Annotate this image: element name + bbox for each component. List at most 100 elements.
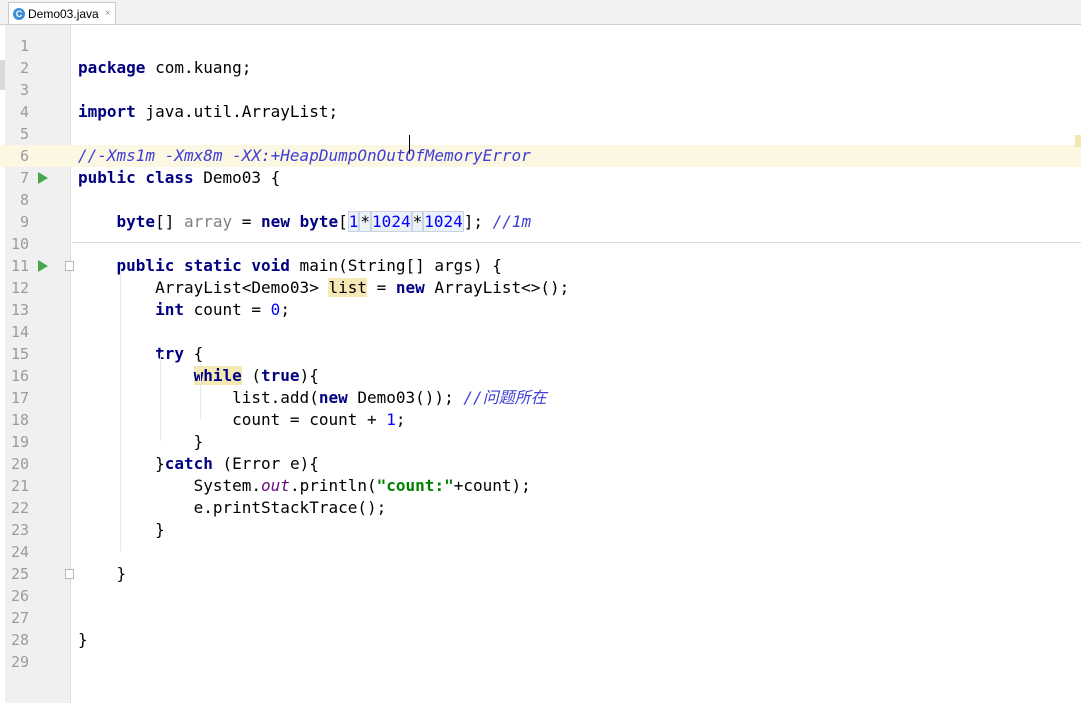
indent-guide: [160, 353, 161, 441]
line-number: 21: [10, 477, 29, 495]
code-line[interactable]: 25 }: [0, 563, 1081, 585]
code-text: public class Demo03 {: [78, 167, 280, 189]
code-line[interactable]: 1: [0, 35, 1081, 57]
code-token: 1024: [371, 211, 412, 232]
code-text: byte[] array = new byte[1 * 1024 * 1024]; //…: [78, 211, 531, 233]
line-number: 14: [10, 323, 29, 341]
code-token: e.printStackTrace();: [78, 498, 387, 517]
code-line[interactable]: 8: [0, 189, 1081, 211]
code-line[interactable]: 14: [0, 321, 1081, 343]
code-token: "count:": [376, 476, 454, 495]
code-token: new: [395, 278, 425, 297]
line-number: 23: [10, 521, 29, 539]
code-token: //问题所在: [463, 388, 547, 407]
code-line[interactable]: 19 }: [0, 431, 1081, 453]
line-number: 10: [10, 235, 29, 253]
line-number: 28: [10, 631, 29, 649]
code-token: 0: [270, 300, 281, 319]
line-number: 3: [19, 81, 29, 99]
fold-icon[interactable]: [65, 261, 74, 271]
line-number: 19: [10, 433, 29, 451]
code-text: while (true){: [78, 365, 319, 387]
code-line[interactable]: 6 //-Xms1m -Xmx8m -XX:+HeapDumpOnOutOfMem…: [0, 145, 1081, 167]
code-line[interactable]: 11 public static void main(String[] args…: [0, 255, 1081, 277]
code-line[interactable]: 21 System.out.println("count:"+count);: [0, 475, 1081, 497]
code-line[interactable]: 26: [0, 585, 1081, 607]
code-line[interactable]: 5: [0, 123, 1081, 145]
line-number: 13: [10, 301, 29, 319]
line-number: 4: [19, 103, 29, 121]
code-token: [: [338, 212, 348, 231]
code-line[interactable]: 16 while (true){: [0, 365, 1081, 387]
code-line[interactable]: 4 import java.util.ArrayList;: [0, 101, 1081, 123]
code-text: import java.util.ArrayList;: [78, 101, 338, 123]
code-line[interactable]: 29: [0, 651, 1081, 673]
code-text: System.out.println("count:"+count);: [78, 475, 531, 497]
line-number: 8: [19, 191, 29, 209]
code-token: 1: [386, 410, 396, 429]
code-line[interactable]: 28}: [0, 629, 1081, 651]
code-line[interactable]: 22 e.printStackTrace();: [0, 497, 1081, 519]
code-editor[interactable]: 1 2 package com.kuang; 3 4 import java.util.A…: [0, 25, 1081, 703]
line-number: 12: [10, 279, 29, 297]
line-number: 29: [10, 653, 29, 671]
code-line[interactable]: 18 count = count + 1;: [0, 409, 1081, 431]
code-line[interactable]: 24: [0, 541, 1081, 563]
code-line[interactable]: 13 int count = 0;: [0, 299, 1081, 321]
code-line[interactable]: 12 ArrayList<Demo03> list = new ArrayLis…: [0, 277, 1081, 299]
fold-icon[interactable]: [65, 569, 74, 579]
code-token: ;: [280, 300, 290, 319]
text-caret: [409, 135, 410, 154]
code-line[interactable]: 10: [0, 233, 1081, 255]
code-token: byte: [299, 212, 339, 231]
line-number: 5: [19, 125, 29, 143]
code-text: int count = 0;: [78, 299, 290, 321]
code-token: java.util.ArrayList;: [135, 102, 339, 121]
code-token: out: [261, 476, 290, 495]
java-class-icon: C: [13, 7, 25, 20]
close-icon[interactable]: ×: [105, 8, 111, 19]
code-token: =: [232, 212, 262, 231]
tab-demo03-java[interactable]: C Demo03.java ×: [8, 2, 116, 24]
code-token: *: [359, 211, 372, 232]
code-token: list: [328, 278, 367, 297]
code-line[interactable]: 17 list.add(new Demo03()); //问题所在: [0, 387, 1081, 409]
code-line[interactable]: 15 try {: [0, 343, 1081, 365]
code-token: }: [78, 630, 88, 649]
code-text: }: [78, 431, 204, 453]
code-token: byte: [116, 212, 156, 231]
code-line[interactable]: 2 package com.kuang;: [0, 57, 1081, 79]
code-line[interactable]: 27: [0, 607, 1081, 629]
code-line[interactable]: 9 byte[] array = new byte[1 * 1024 * 1024]; …: [0, 211, 1081, 233]
code-token: .println(: [289, 476, 377, 495]
code-token: ArrayList<>();: [424, 278, 570, 297]
scrollbar-marker[interactable]: [1075, 135, 1081, 147]
line-number: 27: [10, 609, 29, 627]
code-token: import: [78, 102, 136, 121]
code-line[interactable]: 23 }: [0, 519, 1081, 541]
code-token: {: [183, 344, 204, 363]
code-line[interactable]: 20 }catch (Error e){: [0, 453, 1081, 475]
line-number: 2: [19, 59, 29, 77]
code-line[interactable]: 7 public class Demo03 {: [0, 167, 1081, 189]
run-icon[interactable]: [38, 260, 48, 272]
line-number: 22: [10, 499, 29, 517]
line-number: 20: [10, 455, 29, 473]
line-number: 6: [19, 147, 29, 165]
code-token: package: [78, 58, 146, 77]
run-icon[interactable]: [38, 172, 48, 184]
code-token: count = count +: [78, 410, 387, 429]
code-token: catch: [164, 454, 213, 473]
code-token: list.add(: [78, 388, 319, 407]
code-line[interactable]: 3: [0, 79, 1081, 101]
code-token: (Error e){: [212, 454, 319, 473]
code-text: }: [78, 563, 127, 585]
line-number: 24: [10, 543, 29, 561]
code-token: }: [78, 564, 127, 583]
editor-tab-bar: C Demo03.java ×: [0, 0, 1081, 25]
code-text: package com.kuang;: [78, 57, 251, 79]
